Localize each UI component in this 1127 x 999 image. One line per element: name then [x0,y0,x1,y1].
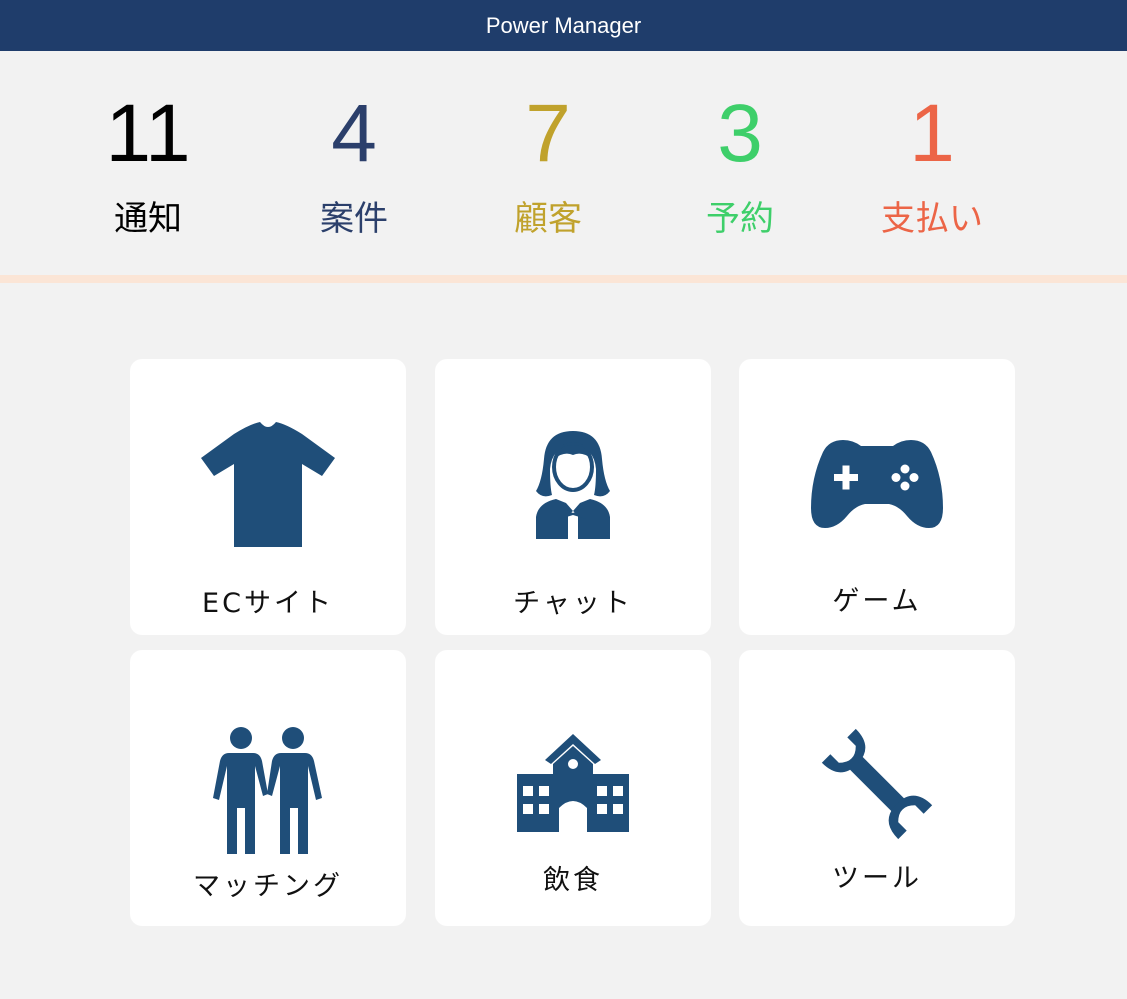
stats-divider [0,275,1127,283]
stat-payments[interactable]: 1 支払い [852,88,1012,240]
gamepad-icon [739,414,1015,554]
menu-card-label: 飲食 [543,865,603,896]
menu-card-chat[interactable]: チャット [435,359,711,635]
menu-card-game[interactable]: ゲーム [739,359,1015,635]
menu-card-ec-site[interactable]: ECサイト [130,359,406,635]
stat-notifications[interactable]: 11 通知 [68,88,228,240]
stat-value: 4 [331,88,377,179]
app-header: Power Manager [0,0,1127,51]
menu-card-label: ゲーム [832,586,922,617]
menu-card-matching[interactable]: マッチング [130,650,406,926]
menu-card-label: チャット [513,588,633,619]
stat-value: 11 [105,88,191,179]
couple-icon [130,720,406,860]
stats-panel: 11 通知 4 案件 7 顧客 3 予約 1 支払い [0,51,1127,275]
stat-reservations[interactable]: 3 予約 [660,88,820,240]
stat-value: 3 [717,88,763,179]
menu-card-label: ツール [832,863,922,894]
menu-card-label: ECサイト [202,588,334,619]
woman-icon [435,414,711,554]
stat-label: 案件 [320,199,388,239]
stat-projects[interactable]: 4 案件 [274,88,434,240]
menu-card-tools[interactable]: ツール [739,650,1015,926]
tshirt-icon [130,414,406,554]
menu-card-food[interactable]: 飲食 [435,650,711,926]
stat-customers[interactable]: 7 顧客 [468,88,628,240]
wrench-icon [739,714,1015,854]
stat-label: 予約 [706,199,774,239]
stat-label: 顧客 [514,199,582,239]
stat-label: 支払い [881,199,983,239]
school-building-icon [435,714,711,854]
menu-grid: ECサイト チャット ゲーム マッチング 飲食 ツール [0,283,1127,999]
stat-label: 通知 [114,199,182,239]
menu-card-label: マッチング [193,871,343,902]
stat-value: 1 [909,88,955,179]
app-title: Power Manager [485,12,642,38]
stat-value: 7 [525,88,571,179]
